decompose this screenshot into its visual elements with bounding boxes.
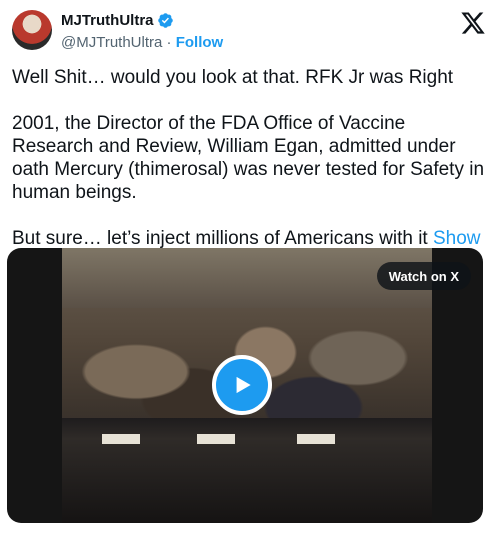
tweet-header: MJTruthUltra @MJTruthUltra · Follow xyxy=(12,10,488,58)
author-display-name[interactable]: MJTruthUltra xyxy=(61,12,154,29)
tweet-paragraph-2: 2001, the Director of the FDA Office of … xyxy=(12,113,485,203)
author-handle-row: @MJTruthUltra · Follow xyxy=(61,34,223,51)
x-logo-icon[interactable] xyxy=(460,10,486,36)
follow-button[interactable]: Follow xyxy=(176,34,224,51)
tweet-paragraph-3-text: But sure… let’s inject millions of Ameri… xyxy=(12,228,428,249)
author-name-row: MJTruthUltra xyxy=(61,12,174,29)
avatar[interactable] xyxy=(12,10,52,50)
handle-separator: · xyxy=(166,34,172,51)
watch-on-x-button[interactable]: Watch on X xyxy=(376,262,471,290)
play-button[interactable] xyxy=(212,355,272,415)
thumbnail-nameplate xyxy=(102,434,140,444)
verified-badge-icon xyxy=(157,13,173,28)
tweet-paragraph-1: Well Shit… would you look at that. RFK J… xyxy=(12,67,454,88)
tweet-card: MJTruthUltra @MJTruthUltra · Follow Well… xyxy=(0,0,500,535)
play-icon xyxy=(236,376,251,394)
tweet-text: Well Shit… would you look at that. RFK J… xyxy=(12,66,488,273)
video-player[interactable]: Watch on X xyxy=(7,248,483,523)
author-handle[interactable]: @MJTruthUltra xyxy=(61,34,162,51)
thumbnail-nameplate xyxy=(197,434,235,444)
thumbnail-nameplate xyxy=(297,434,335,444)
